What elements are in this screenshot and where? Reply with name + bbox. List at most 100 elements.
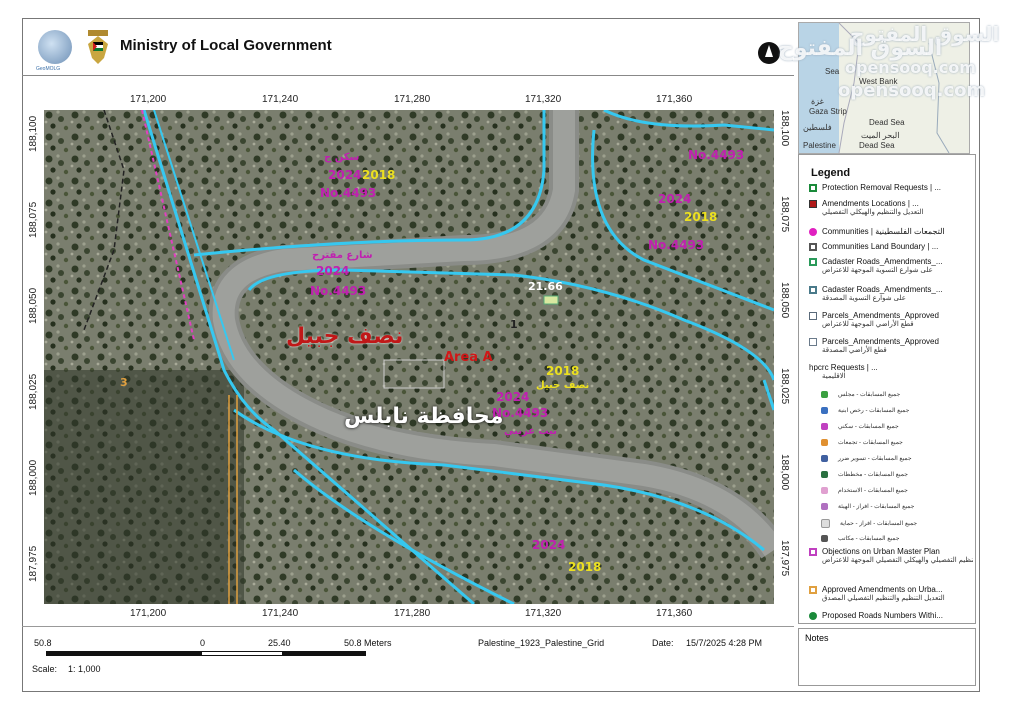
- scale-ratio-value: 1: 1,000: [68, 664, 101, 674]
- page-title: Ministry of Local Government: [120, 37, 332, 54]
- year-label: 2018: [546, 364, 580, 378]
- legend-subitem: جميع المسابقات - مجلس: [821, 391, 900, 398]
- main-map-view[interactable]: Area A نصف جبيل محافظة نابلس 2024 No.449…: [44, 110, 774, 604]
- axis-tick-left: 188,050: [28, 287, 39, 324]
- axis-tick-top: 171,240: [262, 94, 299, 105]
- map-legend: Legend Protection Removal Requests | ...…: [798, 154, 976, 624]
- legend-item: Communities | التجمعات الفلسطينية: [809, 227, 973, 236]
- axis-tick-left: 188,100: [28, 115, 39, 152]
- scale-label-right: 50.8 Meters: [344, 638, 392, 648]
- parcel-number-label: No.4493: [688, 148, 745, 162]
- year-label: 2024: [658, 192, 692, 206]
- axis-tick-bottom: 171,200: [130, 608, 167, 619]
- date-value: 15/7/2025 4:28 PM: [686, 638, 763, 648]
- axis-tick-top: 171,360: [656, 94, 693, 105]
- axis-tick-right: 187,975: [779, 540, 790, 577]
- inset-label: Sea: [825, 67, 840, 76]
- parcel-number-label: No.4493: [492, 406, 549, 420]
- legend-subitem: جميع المسابقات - الاستخدام: [821, 487, 908, 494]
- parcel-id-label: 3: [120, 376, 128, 389]
- logo-caption: GeoMOLG: [36, 66, 61, 72]
- north-arrow-icon: [758, 42, 780, 64]
- legend-item: Objections on Urban Master Planتخطيط وال…: [809, 547, 973, 564]
- legend-subitem: جميع المسابقات - افراز - حماية: [821, 519, 917, 528]
- scale-label-left: 50.8: [34, 638, 52, 648]
- parcel-number-label: No.4493: [310, 284, 367, 298]
- watermark-url: opensooq.com: [838, 80, 986, 101]
- parcel-number-label: No.4493: [320, 186, 377, 200]
- governorate-label: محافظة نابلس: [344, 404, 504, 429]
- inset-label: غزة: [811, 97, 824, 106]
- legend-title: Legend: [811, 167, 851, 179]
- arabic-label: نصف جبيل: [536, 380, 590, 391]
- road-number-label: 21.66: [528, 280, 563, 293]
- parcel-number-label: No.4493: [648, 238, 705, 252]
- year-label: 2018: [362, 168, 396, 182]
- axis-tick-left: 187,975: [28, 545, 39, 582]
- axis-tick-bottom: 171,280: [394, 608, 431, 619]
- scale-label-zero: 0: [200, 638, 206, 648]
- scale-bar: [46, 651, 366, 656]
- inset-label: Dead Sea: [869, 118, 905, 127]
- axis-tick-right: 188,050: [779, 282, 790, 319]
- area-label: Area A: [444, 350, 493, 365]
- year-label: 2024: [316, 264, 350, 278]
- axis-tick-bottom: 171,360: [656, 608, 693, 619]
- axis-tick-left: 188,000: [28, 459, 39, 496]
- place-name-label: نصف جبيل: [286, 324, 404, 349]
- legend-item: Parcels_Amendments_Approved قطع الأراضي ا…: [809, 311, 973, 328]
- legend-subitem: جميع المسابقات - تجمعات: [821, 439, 903, 446]
- legend-subitem: جميع المسابقات - مكاتب: [821, 535, 899, 542]
- legend-item: Proposed Roads Numbers Withi...: [809, 611, 973, 620]
- axis-tick-top: 171,280: [394, 94, 431, 105]
- year-label: 2018: [684, 210, 718, 224]
- arabic-label: شارع مقترح: [312, 250, 373, 261]
- inset-label: Dead Sea: [859, 141, 895, 150]
- legend-subitem: جميع المسابقات - سكني: [821, 423, 899, 430]
- watermark-url: opensooq.com: [845, 58, 976, 77]
- axis-tick-top: 171,200: [130, 94, 167, 105]
- map-canvas: [44, 110, 774, 604]
- axis-tick-left: 188,025: [28, 373, 39, 410]
- axis-tick-right: 188,000: [779, 454, 790, 491]
- legend-item: Cadaster Roads_Amendments_... على شوارع ا…: [809, 285, 973, 302]
- scale-label-mid: 25.40: [268, 638, 291, 648]
- year-label: 2024: [328, 168, 362, 182]
- axis-tick-left: 188,075: [28, 201, 39, 238]
- axis-tick-bottom: 171,240: [262, 608, 299, 619]
- scale-ratio-label: Scale:: [32, 664, 58, 674]
- parcel-id-label: 1: [510, 318, 518, 331]
- axis-tick-right: 188,075: [779, 196, 790, 233]
- legend-item: hpcrc Requests | ... الاقليمية: [809, 363, 878, 380]
- date-label: Date:: [652, 638, 674, 648]
- legend-item: Amendments Locations | ... التعديل والتنظ…: [809, 199, 973, 216]
- legend-item: Protection Removal Requests | ...: [809, 183, 973, 192]
- legend-subitem: جميع المسابقات - افراز - الهيئة: [821, 503, 914, 510]
- arabic-label: بيت عريبي: [504, 426, 557, 437]
- year-label: 2024: [532, 538, 566, 552]
- notes-title: Notes: [805, 633, 829, 643]
- axis-tick-bottom: 171,320: [525, 608, 562, 619]
- legend-subitem: جميع المسابقات - رخص ابنية: [821, 407, 909, 414]
- legend-subitem: جميع المسابقات - مخططات: [821, 471, 908, 478]
- legend-item: Communities Land Boundary | ...: [809, 242, 973, 251]
- inset-label: Palestine: [803, 141, 836, 150]
- inset-label: البحر الميت: [861, 131, 900, 140]
- inset-label: فلسطين: [803, 123, 832, 132]
- year-label: 2024: [496, 390, 530, 404]
- axis-tick-top: 171,320: [525, 94, 562, 105]
- axis-tick-right: 188,100: [779, 110, 790, 147]
- year-label: 2018: [568, 560, 602, 574]
- legend-item: Cadaster Roads_Amendments_... على شوارع ا…: [809, 257, 973, 274]
- arabic-label: سكن ج: [324, 152, 360, 163]
- legend-item: Parcels_Amendments_Approved قطع الأراضي ا…: [809, 337, 973, 354]
- footer-divider: [22, 626, 794, 627]
- grid-system-label: Palestine_1923_Palestine_Grid: [478, 638, 605, 648]
- legend-item: Approved Amendments on Urba... التعديل ال…: [809, 585, 973, 602]
- inset-label: Gaza Strip: [809, 107, 847, 116]
- palestine-emblem-icon: [88, 30, 108, 64]
- geomolg-logo: [38, 30, 72, 64]
- notes-box: Notes: [798, 628, 976, 686]
- axis-tick-right: 188,025: [779, 368, 790, 405]
- legend-subitem: جميع المسابقات - تسوير ضرر: [821, 455, 912, 462]
